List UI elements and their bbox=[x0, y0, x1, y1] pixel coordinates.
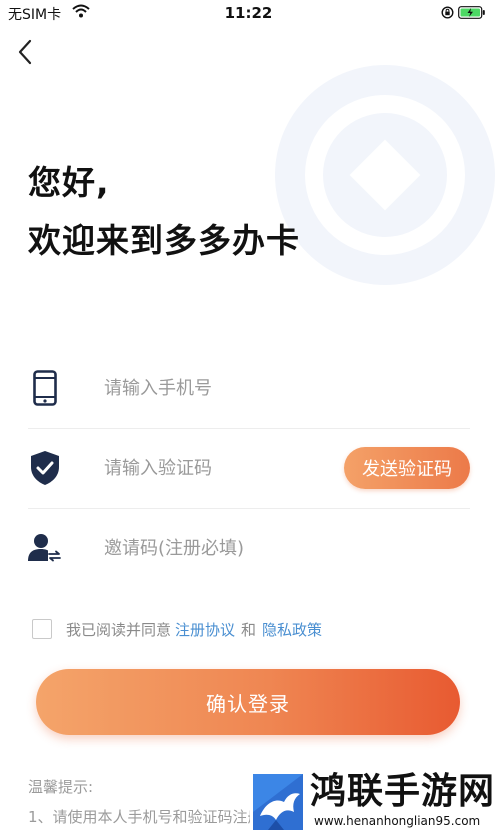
chevron-left-icon bbox=[18, 39, 32, 65]
agreement-checkbox[interactable] bbox=[32, 619, 52, 639]
greeting-subtitle: 欢迎来到多多办卡 bbox=[28, 221, 300, 260]
phone-row bbox=[28, 348, 470, 429]
status-bar: 无SIM卡 11:22 bbox=[0, 0, 497, 26]
watermark-url: www.henanhonglian95.com bbox=[314, 814, 481, 828]
greeting-title: 您好, bbox=[28, 163, 110, 202]
phone-input[interactable] bbox=[104, 371, 334, 405]
verification-code-input[interactable] bbox=[104, 451, 334, 485]
invite-code-input[interactable] bbox=[104, 531, 334, 565]
agreement-row: 我已阅读并同意 注册协议 和 隐私政策 bbox=[32, 618, 326, 640]
confirm-login-button[interactable]: 确认登录 bbox=[36, 669, 460, 735]
phone-icon bbox=[28, 368, 62, 408]
user-transfer-icon bbox=[28, 528, 62, 568]
agreement-and: 和 bbox=[241, 620, 257, 639]
privacy-policy-link[interactable]: 隐私政策 bbox=[262, 619, 322, 640]
battery-charging-icon bbox=[458, 6, 485, 19]
rotation-lock-icon bbox=[441, 6, 454, 19]
tips-title: 温馨提示: bbox=[28, 778, 94, 796]
watermark: 鸿联手游网 www.henanhonglian95.com bbox=[250, 770, 497, 833]
verification-code-row: 发送验证码 bbox=[28, 428, 470, 509]
watermark-logo-icon bbox=[253, 774, 303, 830]
back-button[interactable] bbox=[12, 36, 42, 68]
agreement-text: 我已阅读并同意 bbox=[66, 620, 172, 639]
shield-check-icon bbox=[28, 448, 62, 488]
clock: 11:22 bbox=[224, 4, 273, 22]
background-coin-decoration bbox=[275, 65, 495, 285]
send-code-button[interactable]: 发送验证码 bbox=[344, 447, 470, 489]
tips-line: 1、请使用本人手机号和验证码注册 bbox=[28, 808, 263, 826]
invite-code-row bbox=[28, 508, 470, 588]
register-agreement-link[interactable]: 注册协议 bbox=[175, 619, 235, 640]
watermark-title: 鸿联手游网 bbox=[310, 770, 496, 812]
